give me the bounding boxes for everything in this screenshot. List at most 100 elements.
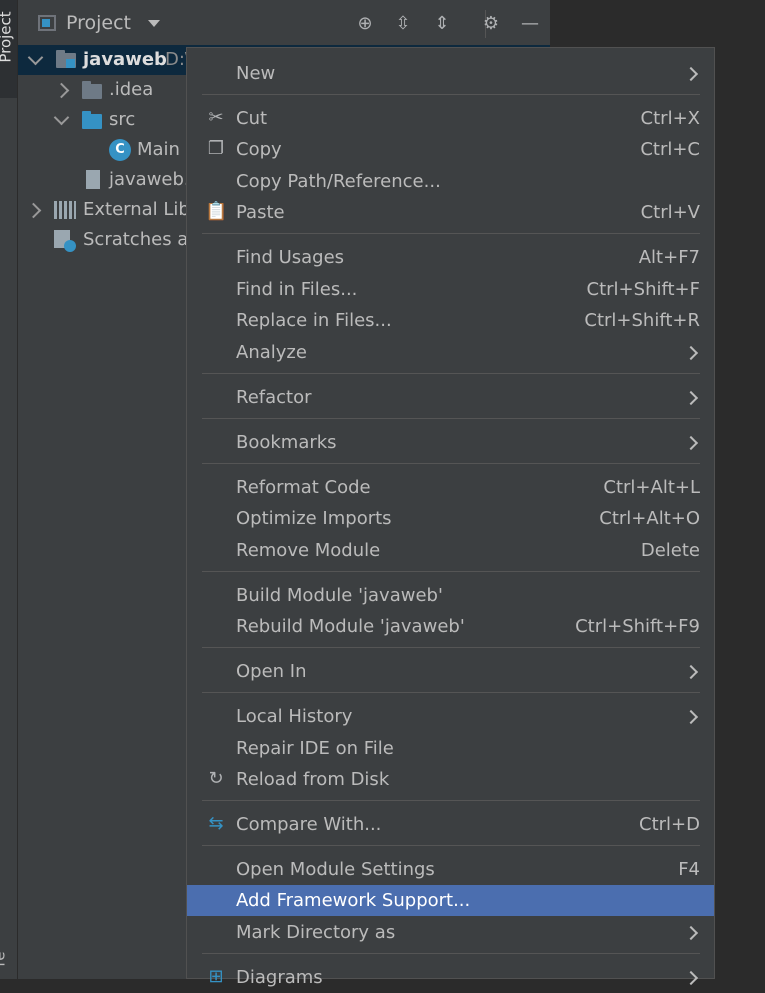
menu-separator — [202, 692, 700, 693]
chevron-down-icon[interactable] — [27, 49, 44, 66]
compare-arrows-icon: ⇆ — [208, 813, 224, 834]
stripe-bottom-label[interactable]: re — [0, 951, 9, 966]
menu-label: Diagrams — [236, 967, 323, 988]
menu-item-repair-ide[interactable]: Repair IDE on File — [187, 733, 714, 764]
menu-shortcut: Ctrl+C — [640, 139, 700, 160]
menu-item-find-in-files[interactable]: Find in Files... Ctrl+Shift+F — [187, 274, 714, 305]
copy-icon: ❐ — [207, 138, 225, 159]
submenu-arrow-icon — [683, 390, 699, 406]
gear-icon[interactable]: ⚙ — [479, 12, 503, 36]
project-tab-label: Project — [0, 11, 15, 63]
submenu-arrow-icon — [683, 970, 699, 986]
menu-item-paste[interactable]: 📋 Paste Ctrl+V — [187, 197, 714, 228]
menu-label: Remove Module — [236, 540, 381, 561]
iml-file-icon — [86, 170, 100, 189]
menu-label: Reformat Code — [236, 477, 371, 498]
menu-label: Reload from Disk — [236, 769, 390, 790]
clipboard-icon: 📋 — [205, 201, 228, 222]
menu-label: Repair IDE on File — [236, 738, 394, 759]
menu-shortcut: Ctrl+Alt+L — [603, 477, 700, 498]
menu-shortcut: Ctrl+V — [640, 202, 700, 223]
menu-item-copy-path[interactable]: Copy Path/Reference... — [187, 166, 714, 197]
menu-item-open-in[interactable]: Open In — [187, 656, 714, 687]
menu-item-diagrams[interactable]: ⊞ Diagrams — [187, 962, 714, 993]
menu-label: Copy — [236, 139, 282, 160]
menu-shortcut: Alt+F7 — [638, 247, 700, 268]
menu-item-mark-directory-as[interactable]: Mark Directory as — [187, 917, 714, 948]
menu-label: New — [236, 63, 276, 84]
menu-item-analyze[interactable]: Analyze — [187, 337, 714, 368]
tree-row-idea[interactable]: .idea — [18, 75, 186, 105]
panel-title[interactable]: Project — [66, 12, 131, 34]
menu-item-optimize-imports[interactable]: Optimize Imports Ctrl+Alt+O — [187, 503, 714, 534]
submenu-arrow-icon — [683, 664, 699, 680]
scratches-badge-icon — [64, 240, 76, 252]
collapse-all-icon[interactable]: ⇕ — [430, 12, 454, 36]
menu-item-compare-with[interactable]: ⇆ Compare With... Ctrl+D — [187, 809, 714, 840]
tree-label: Main — [137, 139, 180, 160]
menu-item-cut[interactable]: ✂ Cut Ctrl+X — [187, 103, 714, 134]
menu-item-replace-in-files[interactable]: Replace in Files... Ctrl+Shift+R — [187, 305, 714, 336]
menu-label: Open Module Settings — [236, 859, 435, 880]
tree-row-scratches[interactable]: Scratches ar — [18, 225, 196, 255]
menu-label: Add Framework Support... — [236, 890, 471, 911]
project-panel-header: Project ⊕ ⇳ ⇕ ⚙ — — [18, 0, 550, 49]
menu-item-add-framework-support[interactable]: Add Framework Support... — [187, 885, 714, 916]
chevron-down-icon[interactable] — [53, 109, 70, 126]
project-tool-tab[interactable]: Project — [0, 0, 17, 98]
menu-item-rebuild-module[interactable]: Rebuild Module 'javaweb' Ctrl+Shift+F9 — [187, 611, 714, 642]
menu-separator — [202, 463, 700, 464]
tree-label: javaweb — [83, 49, 167, 70]
tree-row-src[interactable]: src — [18, 105, 186, 135]
source-folder-icon — [82, 111, 102, 129]
minimize-icon[interactable]: — — [518, 12, 542, 36]
menu-shortcut: Ctrl+Shift+F9 — [575, 616, 700, 637]
menu-label: Replace in Files... — [236, 310, 392, 331]
scissors-icon: ✂ — [208, 107, 224, 128]
tree-label: src — [109, 109, 136, 130]
submenu-arrow-icon — [683, 709, 699, 725]
menu-label: Mark Directory as — [236, 922, 396, 943]
menu-label: Analyze — [236, 342, 307, 363]
menu-label: Paste — [236, 202, 285, 223]
chevron-right-icon[interactable] — [25, 202, 42, 219]
menu-shortcut: Ctrl+X — [640, 108, 700, 129]
menu-label: Copy Path/Reference... — [236, 171, 441, 192]
expand-all-icon[interactable]: ⇳ — [391, 12, 415, 36]
menu-label: Cut — [236, 108, 268, 129]
submenu-arrow-icon — [683, 66, 699, 82]
tree-row-external-libraries[interactable]: External Libr — [18, 195, 197, 225]
menu-item-build-module[interactable]: Build Module 'javaweb' — [187, 580, 714, 611]
chevron-right-icon[interactable] — [53, 82, 70, 99]
menu-item-reload-from-disk[interactable]: ↻ Reload from Disk — [187, 764, 714, 795]
menu-item-new[interactable]: New — [187, 58, 714, 89]
menu-item-bookmarks[interactable]: Bookmarks — [187, 427, 714, 458]
menu-separator — [202, 373, 700, 374]
menu-label: Find Usages — [236, 247, 345, 268]
menu-label: Compare With... — [236, 814, 382, 835]
view-dropdown-icon[interactable] — [148, 20, 160, 27]
menu-item-refactor[interactable]: Refactor — [187, 382, 714, 413]
menu-item-copy[interactable]: ❐ Copy Ctrl+C — [187, 134, 714, 165]
java-class-icon: C — [109, 139, 131, 161]
menu-label: Open In — [236, 661, 307, 682]
menu-label: Build Module 'javaweb' — [236, 585, 443, 606]
menu-item-find-usages[interactable]: Find Usages Alt+F7 — [187, 242, 714, 273]
menu-separator — [202, 647, 700, 648]
menu-shortcut: Ctrl+D — [639, 814, 700, 835]
menu-item-local-history[interactable]: Local History — [187, 701, 714, 732]
menu-item-reformat-code[interactable]: Reformat Code Ctrl+Alt+L — [187, 472, 714, 503]
menu-label: Bookmarks — [236, 432, 337, 453]
menu-label: Optimize Imports — [236, 508, 392, 529]
tool-window-stripe: Project re — [0, 0, 18, 979]
menu-item-open-module-settings[interactable]: Open Module Settings F4 — [187, 854, 714, 885]
locate-icon[interactable]: ⊕ — [353, 12, 377, 36]
submenu-arrow-icon — [683, 435, 699, 451]
menu-shortcut: Ctrl+Shift+F — [586, 279, 700, 300]
tree-row-main[interactable]: C Main — [18, 135, 186, 165]
library-icon — [54, 201, 76, 219]
submenu-arrow-icon — [683, 925, 699, 941]
context-menu: New ✂ Cut Ctrl+X ❐ Copy Ctrl+C Copy Path… — [186, 47, 715, 988]
menu-item-remove-module[interactable]: Remove Module Delete — [187, 535, 714, 566]
tree-row-iml[interactable]: javaweb.i — [18, 165, 195, 195]
